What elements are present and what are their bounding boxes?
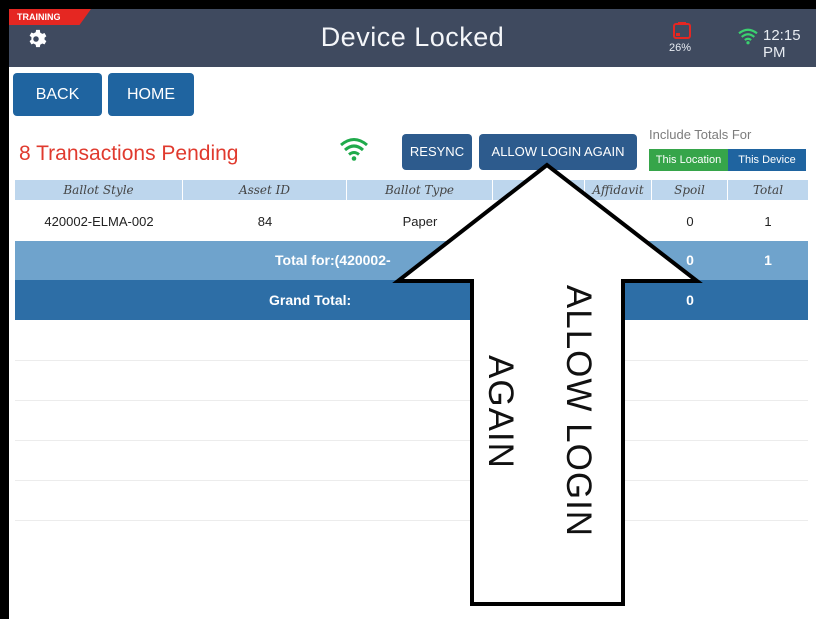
annotation-arrow [392,162,703,606]
annotation-text-line1: ALLOW LOGIN [559,284,598,538]
annotation-text-line2: AGAIN [481,355,520,469]
